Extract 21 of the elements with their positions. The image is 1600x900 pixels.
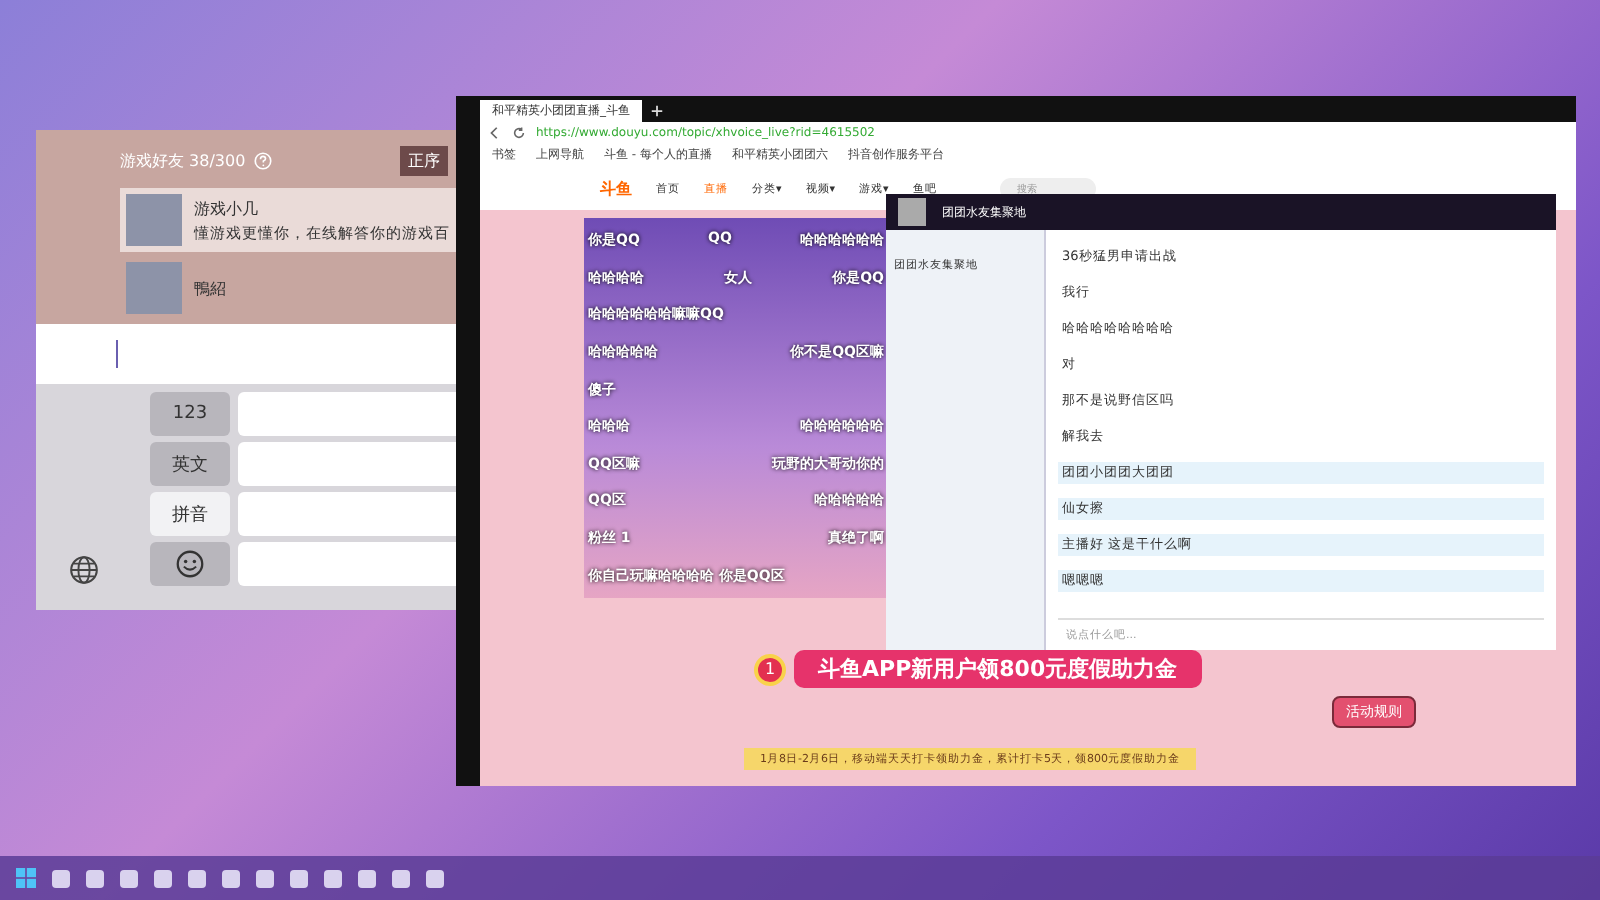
friend-card[interactable]: 鴨紹 xyxy=(120,256,460,320)
new-tab-icon[interactable] xyxy=(650,104,664,118)
avatar-placeholder xyxy=(126,262,182,314)
friend-name: 鴨紹 xyxy=(194,277,226,299)
globe-icon[interactable] xyxy=(68,554,100,586)
keyboard-key[interactable]: 英文 xyxy=(150,442,230,486)
text-input-field[interactable] xyxy=(36,324,460,384)
step-number: 1 xyxy=(754,653,786,685)
windows-start-icon[interactable] xyxy=(16,868,36,888)
banner-title: 斗鱼APP新用户领800元度假助力金 xyxy=(794,650,1202,688)
reload-icon[interactable] xyxy=(512,126,526,140)
keyboard-key[interactable]: 拼音 xyxy=(150,492,230,536)
friends-count: 游戏好友 38/300 xyxy=(120,150,246,172)
keyboard-key[interactable]: 123 xyxy=(150,392,230,436)
avatar-placeholder xyxy=(126,194,182,246)
back-icon[interactable] xyxy=(488,126,502,140)
emoji-key[interactable] xyxy=(150,542,230,586)
sort-button[interactable]: 正序 xyxy=(400,146,448,176)
friend-name: 游戏小几 xyxy=(194,197,260,219)
smiley-icon xyxy=(176,550,204,578)
avatar-placeholder xyxy=(898,198,926,226)
